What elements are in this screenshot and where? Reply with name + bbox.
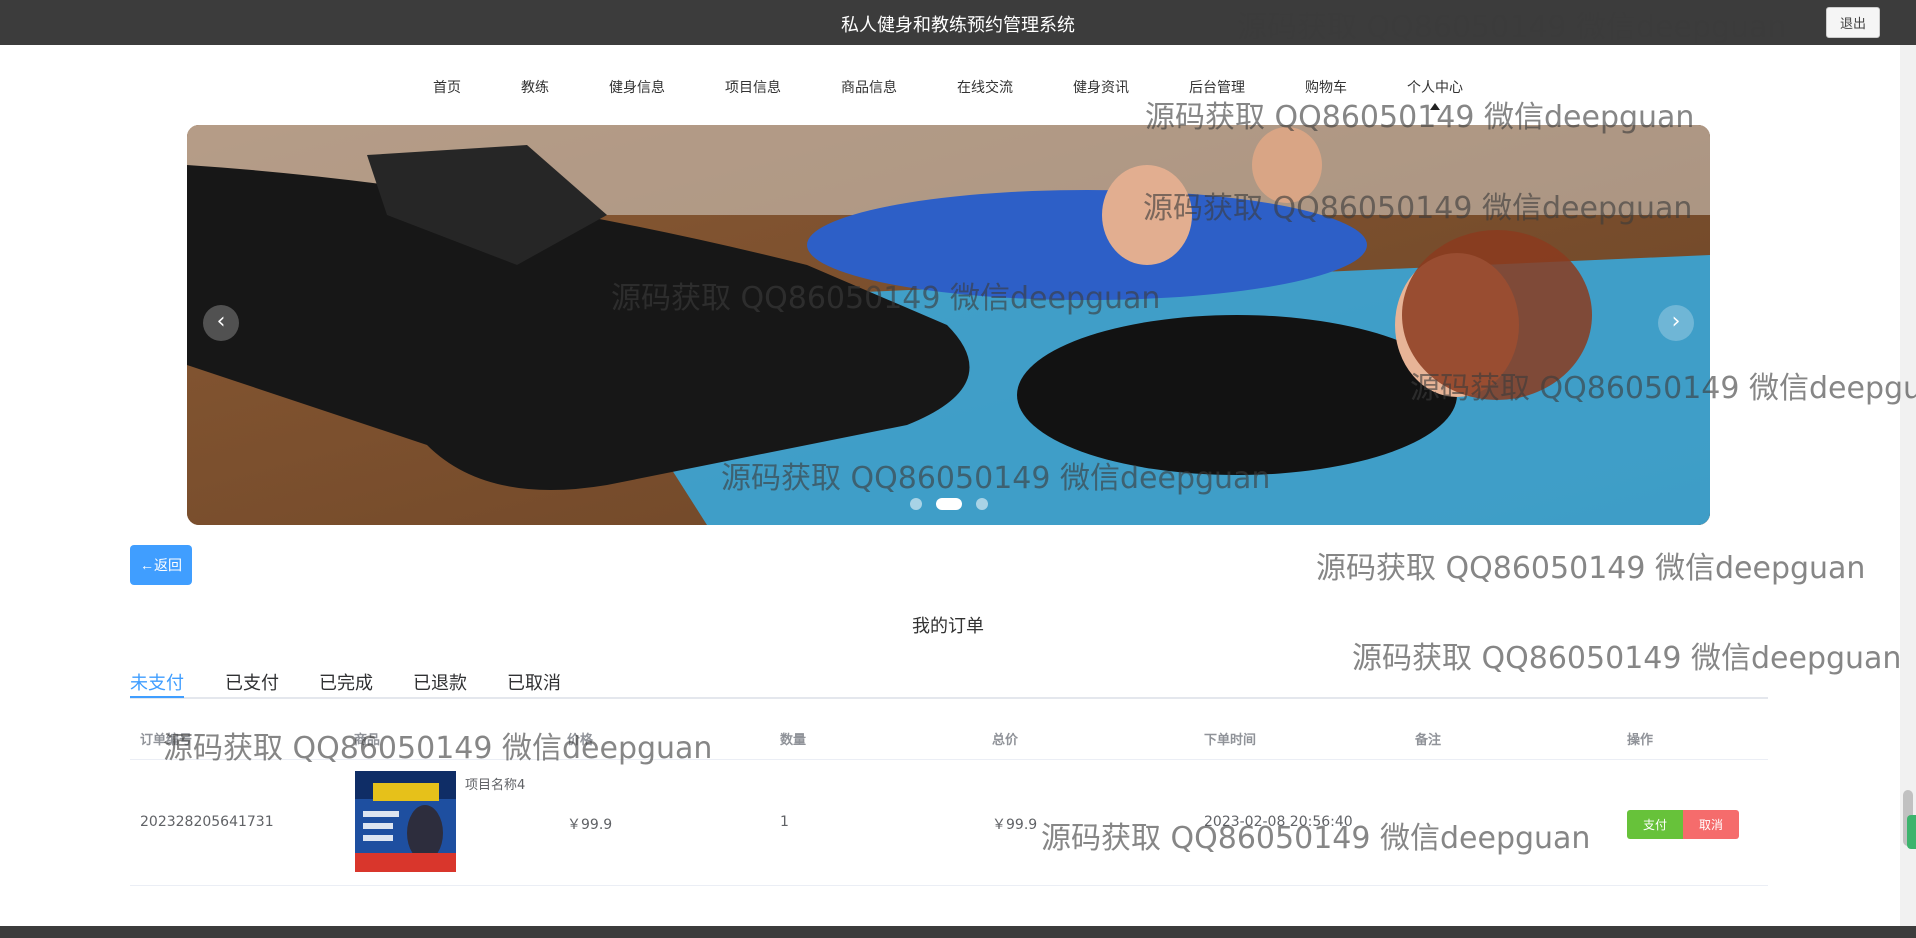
tab-paid[interactable]: 已支付	[225, 669, 279, 695]
carousel-dot[interactable]	[975, 498, 988, 510]
cancel-button[interactable]: 取消	[1683, 810, 1739, 839]
order-number: 202328205641731	[140, 814, 274, 830]
page-title: 我的订单	[912, 616, 984, 637]
tab-refunded[interactable]: 已退款	[413, 669, 467, 695]
nav-item-cart[interactable]: 购物车	[1305, 77, 1347, 97]
orders-table: 订单编号 商品 价格 数量 总价 下单时间 备注 操作 202328205641…	[130, 716, 1768, 886]
table-header: 订单编号 商品 价格 数量 总价 下单时间 备注 操作	[130, 716, 1768, 760]
carousel-indicators	[187, 498, 1710, 510]
nav-item-personal-center[interactable]: 个人中心	[1407, 77, 1463, 97]
product-name: 项目名称4	[465, 778, 526, 793]
order-time: 2023-02-08 20:56:40	[1204, 814, 1353, 830]
footer-bar	[0, 926, 1916, 938]
tab-completed[interactable]: 已完成	[319, 669, 373, 695]
order-price: ￥99.9	[567, 817, 613, 833]
active-tab-indicator	[130, 696, 184, 698]
page-scrollbar[interactable]	[1900, 45, 1916, 926]
order-quantity: 1	[780, 814, 789, 830]
order-total: ￥99.9	[992, 817, 1038, 833]
column-header-time: 下单时间	[1204, 733, 1257, 748]
carousel-next-button[interactable]: ›	[1658, 305, 1694, 341]
column-header-actions: 操作	[1627, 733, 1654, 748]
carousel-dot[interactable]	[909, 498, 922, 510]
banner-image	[187, 125, 1710, 525]
nav-item-fitness-news[interactable]: 健身资讯	[1073, 77, 1129, 97]
product-thumbnail[interactable]	[355, 771, 456, 872]
column-header-total: 总价	[992, 733, 1019, 748]
order-status-tabs: 未支付 已支付 已完成 已退款 已取消	[130, 666, 1768, 699]
banner-carousel[interactable]: ‹ ›	[187, 125, 1710, 525]
column-header-order-no: 订单编号	[140, 733, 193, 748]
chevron-right-icon: ›	[1671, 309, 1681, 334]
main-nav: 首页 教练 健身信息 项目信息 商品信息 在线交流 健身资讯 后台管理 购物车 …	[0, 45, 1900, 125]
side-widget-tab[interactable]	[1907, 815, 1916, 849]
pay-button[interactable]: 支付	[1627, 810, 1683, 839]
carousel-dot-active[interactable]	[935, 498, 962, 510]
tab-cancelled[interactable]: 已取消	[507, 669, 561, 695]
chevron-left-icon: ‹	[216, 309, 226, 334]
caret-up-icon	[1430, 103, 1440, 110]
nav-item-online-chat[interactable]: 在线交流	[957, 77, 1013, 97]
nav-item-admin[interactable]: 后台管理	[1189, 77, 1245, 97]
column-header-remark: 备注	[1415, 733, 1442, 748]
tab-unpaid[interactable]: 未支付	[130, 669, 184, 695]
column-header-price: 价格	[567, 733, 594, 748]
nav-item-coach[interactable]: 教练	[521, 77, 549, 97]
site-title: 私人健身和教练预约管理系统	[841, 15, 1075, 36]
nav-item-home[interactable]: 首页	[433, 77, 461, 97]
nav-item-fitness-info[interactable]: 健身信息	[609, 77, 665, 97]
back-button[interactable]: ←返回	[130, 545, 192, 585]
table-row: 202328205641731 项目名称4 ￥99.9 1 ￥99.9 2023…	[130, 760, 1768, 886]
watermark-text: 源码获取 QQ86050149 微信deepguan	[1316, 551, 1866, 586]
carousel-prev-button[interactable]: ‹	[203, 305, 239, 341]
logout-button[interactable]: 退出	[1826, 7, 1880, 38]
top-bar: 私人健身和教练预约管理系统 退出	[0, 0, 1916, 45]
column-header-product: 商品	[354, 733, 381, 748]
nav-item-project-info[interactable]: 项目信息	[725, 77, 781, 97]
column-header-quantity: 数量	[780, 733, 807, 748]
nav-item-goods-info[interactable]: 商品信息	[841, 77, 897, 97]
